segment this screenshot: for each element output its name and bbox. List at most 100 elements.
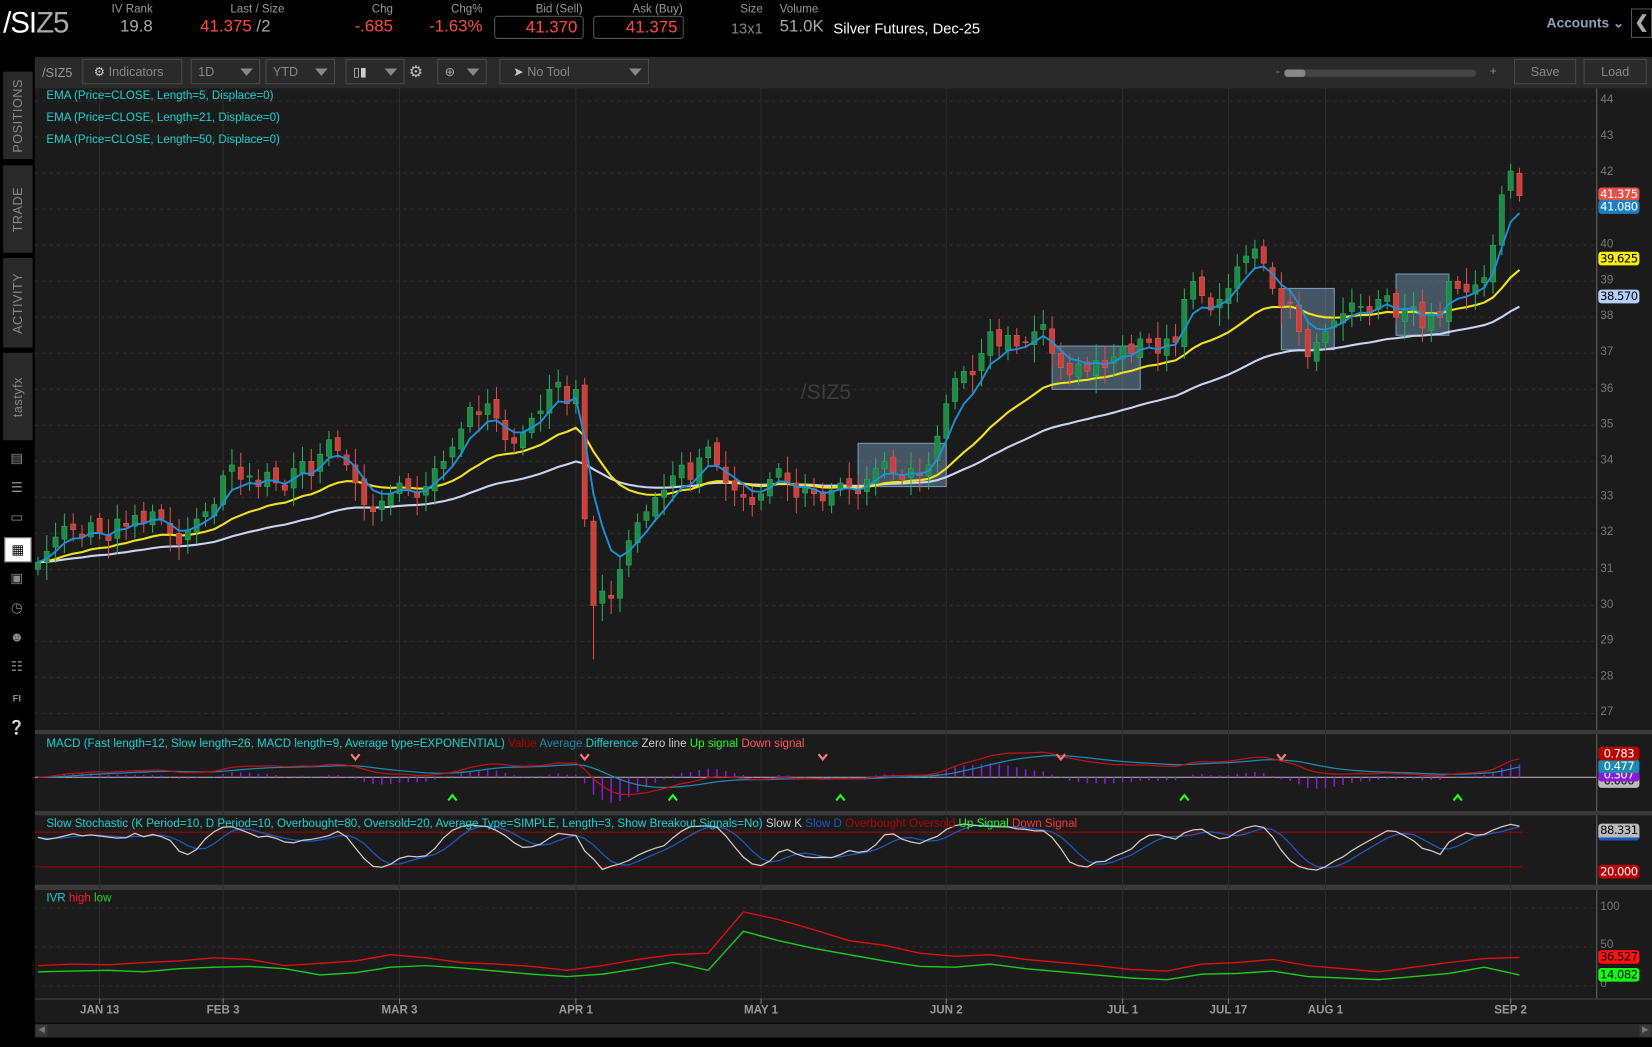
ivr-legend[interactable]: IVR high low <box>46 892 111 905</box>
candle <box>71 524 76 530</box>
date-tick-label: JUN 2 <box>930 1004 963 1017</box>
candle <box>529 418 534 432</box>
price-chart <box>0 0 1652 1047</box>
candle <box>238 467 243 479</box>
pane-divider <box>35 811 1652 815</box>
candle <box>388 494 393 506</box>
candle <box>97 518 102 533</box>
candle <box>1138 339 1143 358</box>
stoch-title: Slow Stochastic (K Period=10, D Period=1… <box>46 817 762 830</box>
candle <box>1261 247 1266 264</box>
stoch-k-line <box>38 824 1520 870</box>
candle <box>679 465 684 478</box>
candle <box>1005 335 1010 350</box>
candle <box>617 569 622 598</box>
ema50-legend[interactable]: EMA (Price=CLOSE, Length=50, Displace=0) <box>46 134 280 147</box>
macd-zero-key: Zero line <box>641 737 686 750</box>
ivr-low-line <box>38 931 1520 979</box>
stoch-legend[interactable]: Slow Stochastic (K Period=10, D Period=1… <box>46 817 1077 830</box>
macd-legend[interactable]: MACD (Fast length=12, Slow length=26, MA… <box>46 737 804 750</box>
macd-down-signal <box>1277 754 1285 759</box>
candle <box>697 458 702 484</box>
pane-divider <box>35 885 1652 890</box>
candle <box>450 447 455 457</box>
macd-down-signal <box>580 754 588 759</box>
candle <box>1508 171 1513 190</box>
price-tick-label: 40 <box>1600 238 1613 251</box>
ema21-legend[interactable]: EMA (Price=CLOSE, Length=21, Displace=0) <box>46 112 280 125</box>
price-tick-label: 34 <box>1600 454 1613 467</box>
candle <box>882 461 887 468</box>
candle <box>35 562 40 569</box>
candle <box>467 407 472 426</box>
candle <box>1393 293 1398 317</box>
candle <box>397 483 402 494</box>
ivr-axis-100: 100 <box>1600 901 1619 914</box>
candle <box>229 465 234 471</box>
symbol-watermark: /SIZ5 <box>801 381 851 405</box>
price-tick-label: 30 <box>1600 598 1613 611</box>
candle <box>741 494 746 497</box>
macd-value-key: Value <box>508 737 537 750</box>
candle <box>520 433 525 448</box>
date-tick-label: JUL 17 <box>1210 1004 1248 1017</box>
candle <box>150 512 155 525</box>
candle <box>432 469 437 491</box>
candle <box>1199 277 1204 296</box>
candle <box>485 404 490 415</box>
candle <box>326 440 331 457</box>
ema21-tag: 39.625 <box>1598 252 1639 266</box>
candle <box>1058 353 1063 367</box>
candle <box>988 332 993 356</box>
candle <box>1014 335 1019 346</box>
candle <box>1314 342 1319 361</box>
ivr-high-key: high <box>69 892 91 905</box>
candle <box>123 523 128 526</box>
ivr-high-line <box>38 912 1520 972</box>
macd-average-tag: 0.477 <box>1598 759 1639 773</box>
candle <box>1482 278 1487 283</box>
candle <box>141 511 146 523</box>
macd-title: MACD (Fast length=12, Slow length=26, MA… <box>46 737 504 750</box>
candle <box>441 461 446 468</box>
candle <box>847 479 852 487</box>
candle <box>970 371 975 375</box>
macd-down-key: Down signal <box>741 737 804 750</box>
ema5-tag: 41.080 <box>1598 200 1639 214</box>
macd-difference-key: Difference <box>586 737 639 750</box>
candle <box>1182 299 1187 347</box>
candle <box>1191 281 1196 299</box>
macd-up-signal <box>836 795 844 800</box>
ivr-low-tag: 14.082 <box>1598 968 1639 982</box>
candle <box>609 595 614 598</box>
macd-value-line <box>38 752 1520 794</box>
candle <box>476 412 481 415</box>
candle <box>750 497 755 504</box>
candle <box>1041 324 1046 329</box>
candle <box>1252 249 1257 258</box>
candle <box>247 476 252 477</box>
date-tick-label: JAN 13 <box>80 1004 119 1017</box>
price-tick-label: 33 <box>1600 490 1613 503</box>
candle <box>538 411 543 414</box>
candle <box>459 429 464 449</box>
price-tick-label: 31 <box>1600 562 1613 575</box>
candle <box>282 485 287 490</box>
candle <box>1129 344 1134 353</box>
ema5-legend[interactable]: EMA (Price=CLOSE, Length=5, Displace=0) <box>46 90 273 103</box>
candle <box>503 420 508 439</box>
macd-up-key: Up signal <box>690 737 738 750</box>
candle <box>1067 363 1072 375</box>
candle <box>1429 314 1434 331</box>
candle <box>176 533 181 544</box>
macd-up-signal <box>669 795 677 800</box>
stoch-up-key: Up Signal <box>959 817 1009 830</box>
candle <box>670 476 675 486</box>
date-tick-label: JUL 1 <box>1107 1004 1138 1017</box>
candle <box>1517 173 1522 196</box>
candle <box>159 510 164 519</box>
stoch-ob-key: Overbought <box>845 817 906 830</box>
candle <box>1155 338 1160 353</box>
candle <box>891 457 896 472</box>
candle <box>370 507 375 512</box>
